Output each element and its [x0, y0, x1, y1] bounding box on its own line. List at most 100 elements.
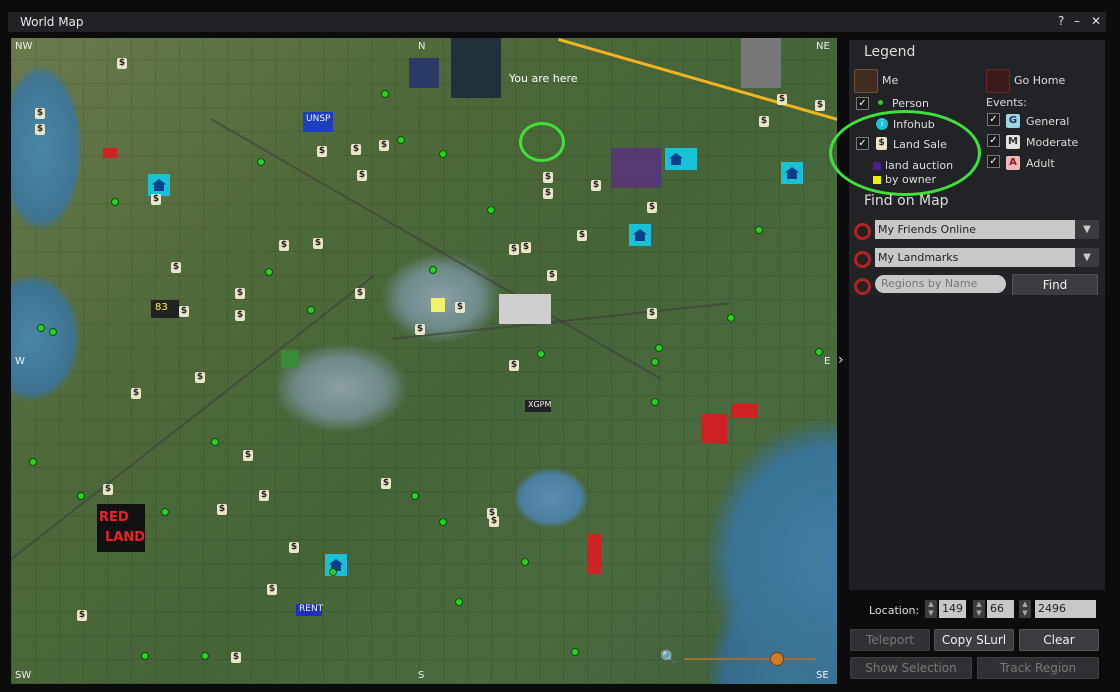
person-icon[interactable] — [329, 568, 337, 576]
land-sale-icon[interactable]: $ — [35, 124, 45, 135]
land-sale-icon[interactable]: $ — [381, 478, 391, 489]
event-adult-checkbox[interactable]: ✓ — [987, 155, 1000, 168]
land-sale-icon[interactable]: $ — [547, 270, 557, 281]
land-sale-icon[interactable]: $ — [235, 310, 245, 321]
land-sale-icon[interactable]: $ — [489, 516, 499, 527]
land-sale-icon[interactable]: $ — [77, 610, 87, 621]
person-icon[interactable] — [455, 598, 463, 606]
clear-button[interactable]: Clear — [1019, 629, 1099, 651]
person-icon[interactable] — [537, 350, 545, 358]
person-icon[interactable] — [77, 492, 85, 500]
location-z-field[interactable]: 2496 — [1035, 600, 1096, 618]
person-icon[interactable] — [257, 158, 265, 166]
help-button[interactable]: ? — [1058, 14, 1064, 28]
person-icon[interactable] — [411, 492, 419, 500]
land-sale-icon[interactable]: $ — [117, 58, 127, 69]
land-sale-icon[interactable]: $ — [313, 238, 323, 249]
land-sale-icon[interactable]: $ — [243, 450, 253, 461]
person-icon[interactable] — [655, 344, 663, 352]
person-icon[interactable] — [651, 358, 659, 366]
person-icon[interactable] — [651, 398, 659, 406]
person-icon[interactable] — [141, 652, 149, 660]
infohub-icon[interactable] — [148, 174, 170, 196]
show-selection-button[interactable]: Show Selection — [850, 657, 972, 679]
land-sale-icon[interactable]: $ — [415, 324, 425, 335]
person-icon[interactable] — [571, 648, 579, 656]
home-icon[interactable] — [986, 69, 1010, 93]
land-sale-icon[interactable]: $ — [131, 388, 141, 399]
land-sale-icon[interactable]: $ — [577, 230, 587, 241]
go-home-button[interactable]: Go Home — [1014, 74, 1065, 87]
landmarks-dropdown[interactable]: My Landmarks ▼ — [875, 248, 1099, 267]
infohub-icon[interactable] — [781, 162, 803, 184]
person-icon[interactable] — [815, 348, 823, 356]
copy-slurl-button[interactable]: Copy SLurl — [934, 629, 1014, 651]
chevron-down-icon[interactable]: ▼ — [1075, 248, 1099, 267]
person-icon[interactable] — [487, 206, 495, 214]
land-sale-icon[interactable]: $ — [759, 116, 769, 127]
land-sale-icon[interactable]: $ — [815, 100, 825, 111]
person-icon[interactable] — [201, 652, 209, 660]
person-icon[interactable] — [161, 508, 169, 516]
land-sale-icon[interactable]: $ — [35, 108, 45, 119]
land-sale-icon[interactable]: $ — [179, 306, 189, 317]
person-icon[interactable] — [211, 438, 219, 446]
person-icon[interactable] — [439, 518, 447, 526]
z-stepper[interactable]: ▲ ▼ — [1019, 600, 1031, 618]
person-icon[interactable] — [111, 198, 119, 206]
land-sale-icon[interactable]: $ — [103, 484, 113, 495]
land-sale-icon[interactable]: $ — [217, 504, 227, 515]
infohub-icon[interactable] — [629, 224, 651, 246]
land-sale-icon[interactable]: $ — [509, 360, 519, 371]
land-sale-icon[interactable]: $ — [591, 180, 601, 191]
land-sale-icon[interactable]: $ — [317, 146, 327, 157]
close-button[interactable]: ✕ — [1091, 14, 1101, 28]
land-sale-icon[interactable]: $ — [235, 288, 245, 299]
land-sale-icon[interactable]: $ — [647, 202, 657, 213]
land-sale-icon[interactable]: $ — [521, 242, 531, 253]
land-sale-icon[interactable]: $ — [279, 240, 289, 251]
land-sale-icon[interactable]: $ — [543, 172, 553, 183]
person-checkbox[interactable]: ✓ — [856, 97, 869, 110]
land-sale-icon[interactable]: $ — [509, 244, 519, 255]
person-icon[interactable] — [521, 558, 529, 566]
land-sale-icon[interactable]: $ — [777, 94, 787, 105]
person-icon[interactable] — [439, 150, 447, 158]
person-icon[interactable] — [307, 306, 315, 314]
friends-dropdown[interactable]: My Friends Online ▼ — [875, 220, 1099, 239]
land-sale-icon[interactable]: $ — [151, 194, 161, 205]
search-results-list[interactable] — [849, 295, 1105, 590]
event-moderate-checkbox[interactable]: ✓ — [987, 134, 1000, 147]
panel-collapse-chevron-icon[interactable]: › — [838, 352, 844, 368]
person-icon[interactable] — [429, 266, 437, 274]
y-stepper[interactable]: ▲ ▼ — [973, 600, 985, 618]
land-sale-icon[interactable]: $ — [171, 262, 181, 273]
event-general-checkbox[interactable]: ✓ — [987, 113, 1000, 126]
track-region-button[interactable]: Track Region — [977, 657, 1099, 679]
teleport-button[interactable]: Teleport — [850, 629, 930, 651]
infohub-icon[interactable] — [665, 148, 697, 170]
land-sale-icon[interactable]: $ — [647, 308, 657, 319]
land-sale-icon[interactable]: $ — [267, 584, 277, 595]
land-sale-icon[interactable]: $ — [289, 542, 299, 553]
person-icon[interactable] — [397, 136, 405, 144]
person-icon[interactable] — [49, 328, 57, 336]
location-x-field[interactable]: 149 — [939, 600, 966, 618]
chevron-down-icon[interactable]: ▼ — [1075, 220, 1099, 239]
land-sale-icon[interactable]: $ — [231, 652, 241, 663]
location-y-field[interactable]: 66 — [987, 600, 1014, 618]
person-icon[interactable] — [755, 226, 763, 234]
minimize-button[interactable]: – — [1074, 14, 1080, 28]
land-sale-icon[interactable]: $ — [455, 302, 465, 313]
person-icon[interactable] — [727, 314, 735, 322]
find-button[interactable]: Find — [1012, 274, 1098, 296]
land-sale-icon[interactable]: $ — [195, 372, 205, 383]
person-icon[interactable] — [381, 90, 389, 98]
land-sale-icon[interactable]: $ — [357, 170, 367, 181]
zoom-slider-track[interactable] — [684, 658, 816, 660]
me-avatar-icon[interactable] — [854, 69, 878, 93]
land-sale-icon[interactable]: $ — [379, 140, 389, 151]
person-icon[interactable] — [29, 458, 37, 466]
land-sale-icon[interactable]: $ — [259, 490, 269, 501]
land-sale-icon[interactable]: $ — [543, 188, 553, 199]
